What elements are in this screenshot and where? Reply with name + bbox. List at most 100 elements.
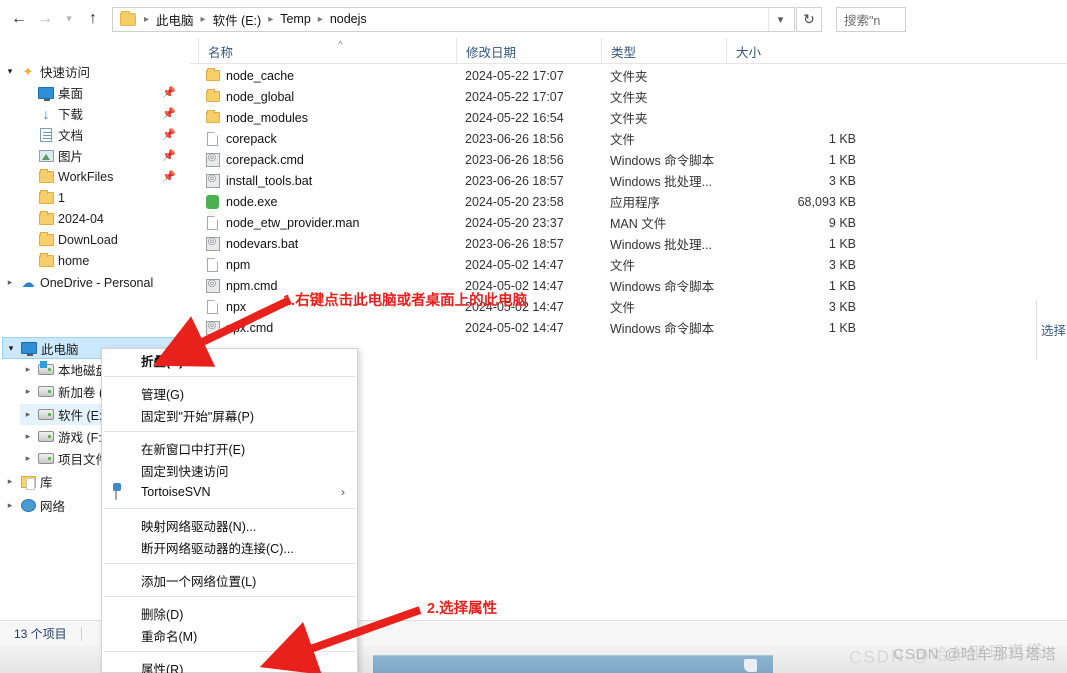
column-header-1[interactable]: 修改日期 — [456, 38, 601, 64]
document-icon — [36, 127, 56, 142]
chevron-icon[interactable]: ▸ — [2, 277, 18, 288]
file-size: 68,093 KB — [797, 194, 856, 209]
cmd-script-icon — [204, 152, 221, 167]
address-breadcrumb-bar[interactable]: ▸ 此电脑 ▸ 软件 (E:) ▸ Temp ▸ nodejs ▾ — [112, 6, 795, 32]
chevron-icon[interactable]: ▸ — [2, 500, 18, 511]
menu-item-label: 删除(D) — [141, 607, 184, 622]
file-date: 2024-05-22 16:54 — [465, 110, 564, 125]
table-row[interactable]: node_modules 2024-05-22 16:54 文件夹 — [190, 107, 1067, 128]
pin-icon[interactable]: 📌 — [162, 149, 176, 162]
sidebar-item-label: 网络 — [40, 500, 66, 514]
file-type: 应用程序 — [610, 196, 661, 210]
sidebar-item-9[interactable]: home — [20, 250, 186, 271]
sidebar-item-10[interactable]: ▸ ☁ OneDrive - Personal — [2, 272, 186, 293]
menu-item-14[interactable]: 删除(D) — [102, 602, 357, 624]
menu-item-12[interactable]: 添加一个网络位置(L) — [102, 569, 357, 591]
up-button[interactable]: ↑ — [80, 4, 106, 34]
chevron-icon[interactable]: ▸ — [20, 409, 36, 420]
menu-separator — [104, 508, 355, 509]
chevron-icon[interactable]: ▸ — [20, 453, 36, 464]
menu-item-label: 在新窗口中打开(E) — [141, 442, 246, 457]
table-row[interactable]: node_cache 2024-05-22 17:07 文件夹 — [190, 65, 1067, 86]
column-header-0[interactable]: 名称 ^ — [198, 38, 456, 64]
breadcrumb-item-this-pc[interactable]: 此电脑 — [153, 10, 197, 29]
sidebar-item-1[interactable]: 桌面 📌 — [20, 82, 186, 103]
menu-item-7[interactable]: TortoiseSVN › — [102, 481, 357, 503]
chevron-icon[interactable]: ▾ — [2, 66, 18, 77]
pin-icon[interactable]: 📌 — [162, 107, 176, 120]
table-row[interactable]: install_tools.bat 2023-06-26 18:57 Windows… — [190, 170, 1067, 191]
menu-item-3[interactable]: 固定到"开始"屏幕(P) — [102, 404, 357, 426]
breadcrumb-item-drive-e[interactable]: 软件 (E:) — [210, 10, 265, 29]
sidebar-item-2[interactable]: ↓ 下载 📌 — [20, 103, 186, 124]
menu-item-0[interactable]: 折叠(A) — [102, 349, 357, 371]
pane-divider — [1036, 300, 1037, 360]
search-input[interactable]: 搜索"n — [836, 6, 906, 32]
table-row[interactable]: nodevars.bat 2023-06-26 18:57 Windows 批处理.… — [190, 233, 1067, 254]
file-type: Windows 命令脚本 — [610, 280, 715, 294]
file-name: node_cache — [226, 68, 295, 83]
taskbar-window-band[interactable] — [373, 655, 773, 673]
file-name: nodevars.bat — [226, 236, 299, 251]
sidebar-item-label: 图片 — [58, 150, 84, 164]
table-row[interactable]: node_etw_provider.man 2024-05-20 23:37 MAN… — [190, 212, 1067, 233]
menu-item-17[interactable]: 属性(R) — [102, 657, 357, 673]
pin-icon[interactable]: 📌 — [162, 128, 176, 141]
sidebar-item-label: 桌面 — [58, 87, 84, 101]
file-date: 2024-05-22 17:07 — [465, 89, 564, 104]
chevron-icon[interactable]: ▸ — [20, 431, 36, 442]
sidebar-item-6[interactable]: 1 — [20, 187, 186, 208]
sidebar-item-label: 软件 (E:) — [58, 409, 107, 423]
sidebar-item-8[interactable]: DownLoad — [20, 229, 186, 250]
column-header-label: 大小 — [736, 45, 762, 60]
column-header-label: 修改日期 — [466, 45, 517, 60]
file-size: 3 KB — [828, 299, 856, 314]
tortoisesvn-icon — [115, 484, 130, 500]
file-name: corepack.cmd — [226, 152, 304, 167]
table-row[interactable]: npx.cmd 2024-05-02 14:47 Windows 命令脚本 1 KB — [190, 317, 1067, 338]
table-row[interactable]: node.exe 2024-05-20 23:58 应用程序 68,093 KB — [190, 191, 1067, 212]
menu-separator — [104, 563, 355, 564]
table-row[interactable]: node_global 2024-05-22 17:07 文件夹 — [190, 86, 1067, 107]
breadcrumb-item-nodejs[interactable]: nodejs — [327, 12, 370, 26]
context-menu[interactable]: 折叠(A) 管理(G) 固定到"开始"屏幕(P) 在新窗口中打开(E) 固定到快速访问 T… — [101, 348, 358, 673]
menu-item-6[interactable]: 固定到快速访问 — [102, 459, 357, 481]
column-header-3[interactable]: 大小 — [726, 38, 810, 64]
sidebar-item-3[interactable]: 文档 📌 — [20, 124, 186, 145]
pin-icon[interactable]: 📌 — [162, 86, 176, 99]
file-size: 3 KB — [828, 257, 856, 272]
chevron-icon[interactable]: ▾ — [3, 343, 19, 354]
file-date: 2023-06-26 18:57 — [465, 173, 564, 188]
chevron-right-icon[interactable]: › — [341, 485, 345, 499]
menu-item-2[interactable]: 管理(G) — [102, 382, 357, 404]
sidebar-item-label: 此电脑 — [41, 342, 79, 357]
sidebar-item-7[interactable]: 2024-04 — [20, 208, 186, 229]
chevron-icon[interactable]: ▸ — [20, 386, 36, 397]
folder-icon — [36, 168, 56, 183]
menu-item-9[interactable]: 映射网络驱动器(N)... — [102, 514, 357, 536]
sidebar-item-4[interactable]: 图片 📌 — [20, 145, 186, 166]
table-row[interactable]: corepack 2023-06-26 18:56 文件 1 KB — [190, 128, 1067, 149]
back-button[interactable]: ← — [6, 4, 32, 34]
chevron-icon[interactable]: ▸ — [20, 364, 36, 375]
file-name: node_etw_provider.man — [226, 215, 360, 230]
breadcrumb-item-temp[interactable]: Temp — [277, 12, 314, 26]
chevron-icon[interactable]: ▸ — [2, 476, 18, 487]
menu-item-15[interactable]: 重命名(M) — [102, 624, 357, 646]
refresh-button[interactable]: ↻ — [796, 6, 822, 32]
recent-locations-button[interactable]: ▾ — [58, 4, 80, 34]
menu-item-label: 断开网络驱动器的连接(C)... — [141, 541, 294, 556]
chevron-down-icon[interactable]: ▾ — [768, 7, 792, 31]
sidebar-item-5[interactable]: WorkFiles 📌 — [20, 166, 186, 187]
sidebar-item-label: WorkFiles — [58, 169, 114, 184]
column-header-2[interactable]: 类型 — [601, 38, 726, 64]
forward-button[interactable]: → — [32, 4, 58, 34]
sidebar-item-0[interactable]: ▾ ✦ 快速访问 — [2, 61, 186, 82]
table-row[interactable]: corepack.cmd 2023-06-26 18:56 Windows 命令脚本… — [190, 149, 1067, 170]
pin-icon[interactable]: 📌 — [162, 170, 176, 183]
details-pane-partial-label: 选择 — [1041, 324, 1067, 338]
table-row[interactable]: npm 2024-05-02 14:47 文件 3 KB — [190, 254, 1067, 275]
file-size: 1 KB — [828, 278, 856, 293]
menu-item-10[interactable]: 断开网络驱动器的连接(C)... — [102, 536, 357, 558]
menu-item-5[interactable]: 在新窗口中打开(E) — [102, 437, 357, 459]
